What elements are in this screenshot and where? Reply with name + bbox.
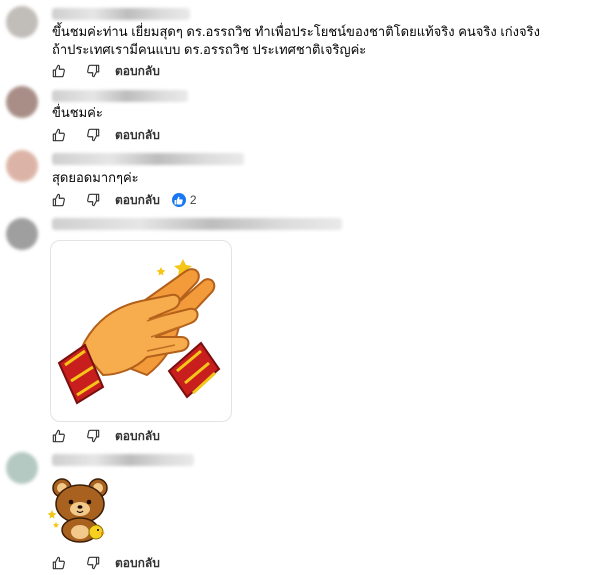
- thumbs-up-icon[interactable]: [52, 128, 66, 142]
- commenter-avatar[interactable]: [6, 86, 38, 118]
- thumbs-up-icon[interactable]: [52, 64, 66, 78]
- commenter-name-blurred[interactable]: [52, 8, 190, 20]
- clapping-hands-sticker[interactable]: [50, 240, 232, 422]
- thumbs-down-icon[interactable]: [86, 193, 100, 207]
- comment-actions: ตอบกลับ: [52, 62, 160, 80]
- comment-text: สุดยอดมากๆค่ะ: [52, 170, 139, 185]
- comment-actions: ตอบกลับ: [52, 427, 160, 445]
- bear-sticker[interactable]: [47, 476, 116, 544]
- bear-icon: [47, 478, 108, 543]
- commenter-avatar[interactable]: [6, 150, 38, 182]
- reply-button[interactable]: ตอบกลับ: [115, 427, 160, 446]
- reply-button[interactable]: ตอบกลับ: [115, 554, 160, 573]
- thumbs-down-icon[interactable]: [86, 64, 100, 78]
- clapping-hands-icon: [57, 259, 221, 405]
- commenter-name-blurred[interactable]: [52, 153, 244, 165]
- thumbs-down-icon[interactable]: [86, 429, 100, 443]
- commenter-name-blurred[interactable]: [52, 90, 188, 102]
- reply-button[interactable]: ตอบกลับ: [115, 62, 160, 81]
- thumbs-down-icon[interactable]: [86, 556, 100, 570]
- thumbs-up-icon[interactable]: [52, 556, 66, 570]
- comment-actions: ตอบกลับ: [52, 554, 160, 572]
- comment-text: ขึ้นชมค่ะท่าน เยี่ยมสุดๆ ดร.อรรถวิช ทำเพ…: [52, 24, 540, 39]
- comment-actions: ตอบกลับ 2: [52, 191, 197, 209]
- commenter-name-blurred[interactable]: [52, 454, 194, 466]
- commenter-avatar[interactable]: [6, 452, 38, 484]
- reaction-summary[interactable]: 2: [171, 193, 197, 207]
- comment-text: ถ้าประเทศเรามีคนแบบ ดร.อรรถวิช ประเทศชาต…: [52, 42, 367, 57]
- thumbs-up-icon[interactable]: [52, 193, 66, 207]
- reply-button[interactable]: ตอบกลับ: [115, 126, 160, 145]
- comment-actions: ตอบกลับ: [52, 126, 160, 144]
- like-reaction-icon: [171, 193, 186, 207]
- thumbs-up-icon[interactable]: [52, 429, 66, 443]
- commenter-name-blurred[interactable]: [52, 218, 342, 230]
- thumbs-down-icon[interactable]: [86, 128, 100, 142]
- reply-button[interactable]: ตอบกลับ: [115, 191, 160, 210]
- comment-text: ขื่นชมค่ะ: [52, 105, 103, 120]
- commenter-avatar[interactable]: [6, 218, 38, 250]
- commenter-avatar[interactable]: [6, 6, 38, 38]
- reaction-count: 2: [189, 193, 197, 207]
